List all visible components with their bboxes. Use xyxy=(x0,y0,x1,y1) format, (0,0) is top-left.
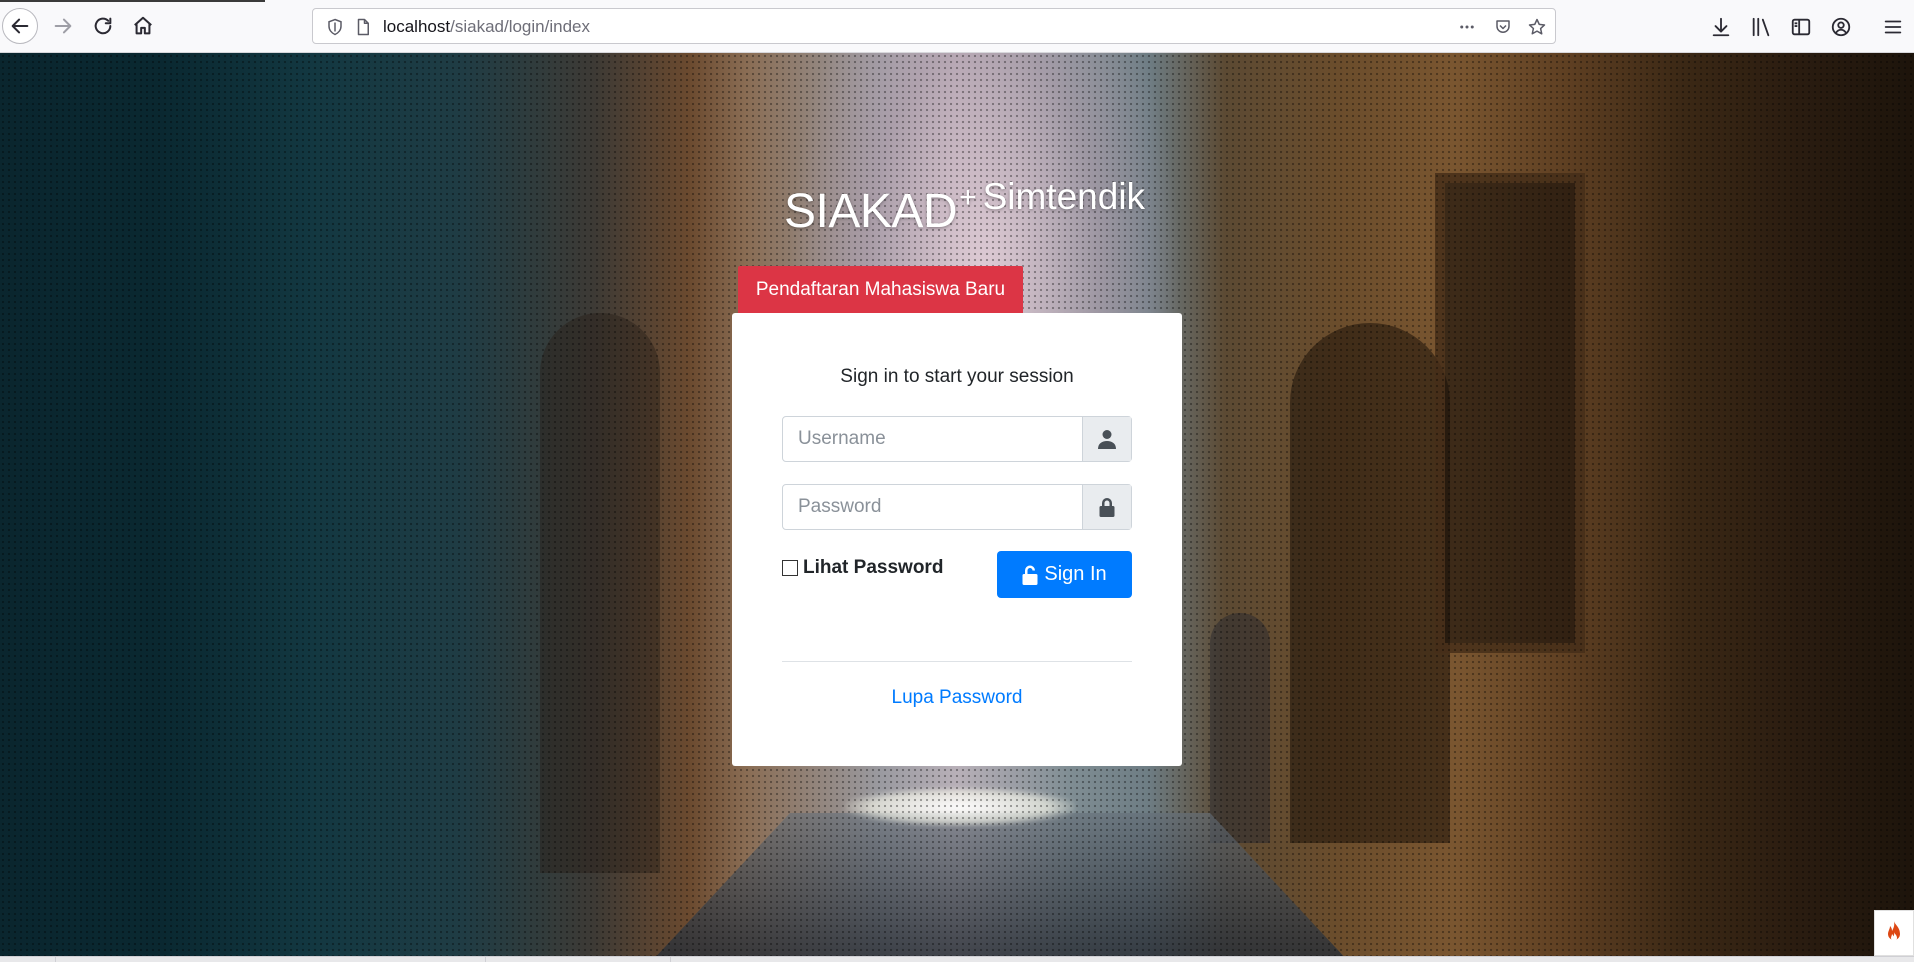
sign-in-button[interactable]: Sign In xyxy=(997,551,1132,598)
password-field xyxy=(782,484,1132,530)
pocket-icon[interactable] xyxy=(1493,17,1513,37)
reload-icon xyxy=(94,17,112,35)
user-icon xyxy=(1082,417,1131,461)
register-new-student-button[interactable]: Pendaftaran Mahasiswa Baru xyxy=(738,266,1023,313)
account-icon[interactable] xyxy=(1828,14,1854,40)
username-field xyxy=(782,416,1132,462)
tracking-shield-icon[interactable] xyxy=(325,17,345,37)
more-dots-icon[interactable] xyxy=(1457,17,1477,37)
page-info-icon[interactable] xyxy=(353,17,373,37)
address-bar[interactable]: localhost/siakad/login/index xyxy=(312,8,1556,44)
active-tab-indicator xyxy=(0,0,265,2)
login-card: Sign in to start your session Lihat Pass… xyxy=(732,313,1182,766)
login-title: Sign in to start your session xyxy=(840,366,1074,387)
unlock-icon xyxy=(1022,565,1038,585)
url-path: /siakad/login/index xyxy=(450,17,590,36)
home-icon xyxy=(134,16,152,35)
app-brand-title: SIAKAD+ Simtendik xyxy=(784,176,1145,239)
password-input[interactable] xyxy=(783,485,1083,529)
sign-in-label: Sign In xyxy=(1044,563,1107,585)
sidebar-icon[interactable] xyxy=(1788,14,1814,40)
divider xyxy=(782,661,1132,662)
lock-icon xyxy=(1082,485,1131,529)
home-button[interactable] xyxy=(125,8,161,44)
brand-main: SIAKAD xyxy=(784,185,958,238)
url-text[interactable]: localhost/siakad/login/index xyxy=(383,17,590,37)
back-button[interactable] xyxy=(2,8,38,44)
forward-button[interactable] xyxy=(45,8,81,44)
show-password-label: Lihat Password xyxy=(803,557,944,578)
hamburger-menu-icon[interactable] xyxy=(1880,14,1906,40)
username-input[interactable] xyxy=(783,417,1083,461)
download-icon[interactable] xyxy=(1708,14,1734,40)
checkbox-icon[interactable] xyxy=(782,560,798,576)
brand-plus: + xyxy=(959,181,977,214)
debug-toolbar-flame-icon[interactable] xyxy=(1874,910,1914,956)
bookmark-star-icon[interactable] xyxy=(1527,17,1547,37)
forgot-password-link[interactable]: Lupa Password xyxy=(732,687,1182,709)
url-host: localhost xyxy=(383,17,451,36)
reload-button[interactable] xyxy=(85,8,121,44)
back-arrow-icon xyxy=(11,18,29,34)
status-strip xyxy=(0,956,1914,962)
library-icon[interactable] xyxy=(1748,14,1774,40)
forward-arrow-icon xyxy=(54,18,72,34)
show-password-checkbox[interactable]: Lihat Password xyxy=(782,557,943,579)
brand-sub: Simtendik xyxy=(982,176,1146,217)
browser-toolbar: localhost/siakad/login/index xyxy=(0,0,1914,53)
